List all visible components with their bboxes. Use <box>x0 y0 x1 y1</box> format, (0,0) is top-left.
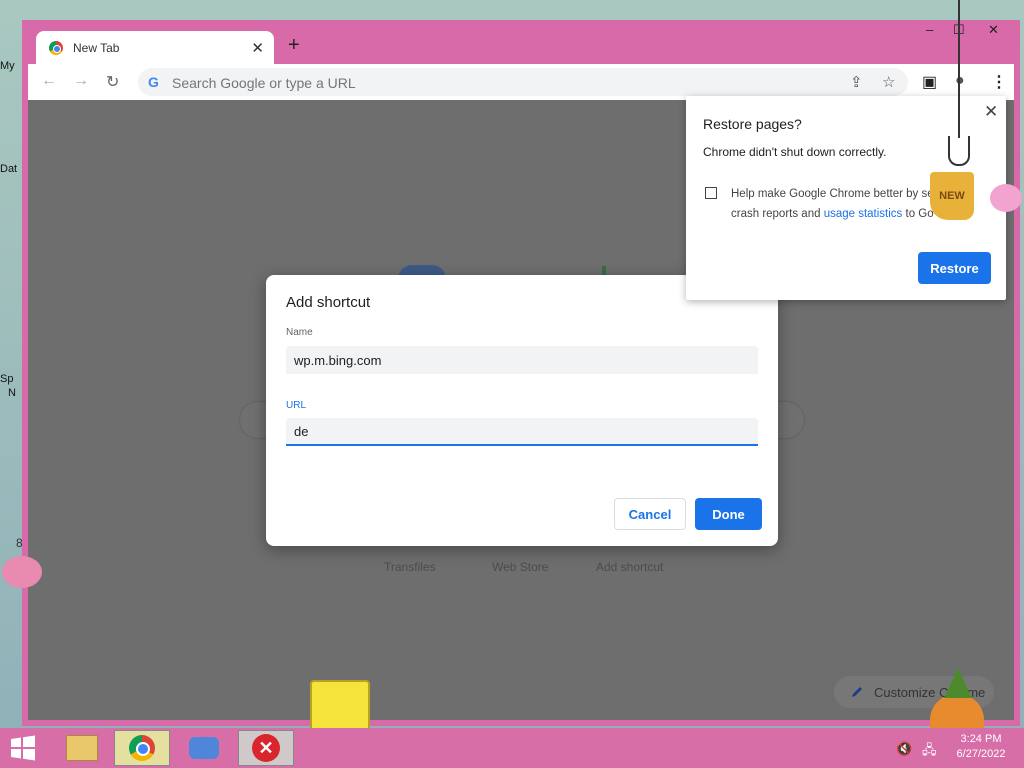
help-text: to Go <box>902 208 934 220</box>
fishing-line <box>958 0 960 138</box>
tab-strip: New Tab ✕ + – ☐ ✕ <box>22 20 1020 64</box>
url-field[interactable] <box>286 418 758 446</box>
clock-date: 6/27/2022 <box>956 748 1006 760</box>
snail-counter: 8 <box>16 536 23 550</box>
cancel-button[interactable]: Cancel <box>614 498 686 530</box>
forward-button[interactable]: → <box>73 72 89 90</box>
volume-muted-icon[interactable]: 🔇 <box>896 741 912 757</box>
desktop-icon-label[interactable]: Sp <box>0 373 13 385</box>
spongebob-sprite <box>310 680 370 734</box>
desktop-icon-label[interactable]: My <box>0 60 15 72</box>
add-shortcut-dialog: Add shortcut Name URL Cancel Done <box>266 275 778 546</box>
taskbar-file-explorer[interactable] <box>54 730 110 766</box>
desktop-icon-label[interactable]: Dat <box>0 163 17 175</box>
usage-stats-checkbox[interactable] <box>705 187 717 199</box>
start-button[interactable] <box>0 730 46 766</box>
fishhook-icon <box>948 136 970 166</box>
usage-statistics-link[interactable]: usage statistics <box>824 208 903 220</box>
file-explorer-icon <box>66 735 98 761</box>
network-icon[interactable]: 🖧 <box>922 741 937 763</box>
restore-button[interactable]: Restore <box>918 252 991 284</box>
clock-time: 3:24 PM <box>960 733 1002 745</box>
tab-close-icon[interactable]: ✕ <box>251 39 264 57</box>
close-window-button[interactable]: ✕ <box>988 22 999 38</box>
windows-start-icon <box>11 735 35 761</box>
google-g-icon: G <box>148 74 159 90</box>
share-icon[interactable]: ⇪ <box>850 73 863 91</box>
snail-sprite <box>2 556 42 588</box>
restore-message: Chrome didn't shut down correctly. <box>703 145 887 159</box>
tab-new-tab[interactable]: New Tab ✕ <box>36 31 274 64</box>
chrome-favicon-icon <box>49 40 63 55</box>
side-panel-icon[interactable]: ▣ <box>922 72 937 92</box>
shortcut-label[interactable]: Add shortcut <box>596 560 663 574</box>
help-text: Help make Google Chrome better by se <box>731 188 934 200</box>
jellyfish-sprite <box>990 184 1022 212</box>
dialog-title: Add shortcut <box>286 294 371 311</box>
omnibox[interactable]: G ⇪ ☆ <box>138 68 908 96</box>
restore-title: Restore pages? <box>703 116 802 132</box>
tab-title: New Tab <box>73 40 120 55</box>
taskbar-chrome[interactable] <box>114 730 170 766</box>
reload-button[interactable]: ↻ <box>106 72 119 92</box>
taskbar-app[interactable] <box>176 730 232 766</box>
desktop-icon-label[interactable]: N <box>8 387 16 399</box>
omnibox-input[interactable] <box>170 72 774 94</box>
toolbar: ← → ↻ G ⇪ ☆ ▣ ● ⋮ <box>28 64 1014 100</box>
chrome-menu-icon[interactable]: ⋮ <box>991 72 1007 92</box>
new-boot-sprite: NEW <box>930 172 974 220</box>
name-field[interactable] <box>286 346 758 374</box>
minimize-button[interactable]: – <box>926 22 933 37</box>
restore-close-icon[interactable]: ✕ <box>984 102 998 122</box>
shortcut-label[interactable]: Transfiles <box>384 560 436 574</box>
name-label: Name <box>286 327 313 338</box>
bookmark-star-icon[interactable]: ☆ <box>882 73 895 91</box>
help-text: crash reports and <box>731 208 824 220</box>
taskbar: ✕ 🔇 🖧 3:24 PM 6/27/2022 <box>0 728 1024 768</box>
shortcut-label[interactable]: Web Store <box>492 560 548 574</box>
pencil-icon <box>852 687 862 697</box>
app-icon <box>189 737 219 759</box>
back-button[interactable]: ← <box>41 72 57 90</box>
clock[interactable]: 3:24 PM 6/27/2022 <box>950 732 1012 762</box>
taskbar-error-app[interactable]: ✕ <box>238 730 294 766</box>
url-label: URL <box>286 400 307 411</box>
new-tab-button[interactable]: + <box>288 34 300 57</box>
error-icon: ✕ <box>252 734 280 762</box>
done-button[interactable]: Done <box>695 498 762 530</box>
chrome-icon <box>129 735 155 761</box>
